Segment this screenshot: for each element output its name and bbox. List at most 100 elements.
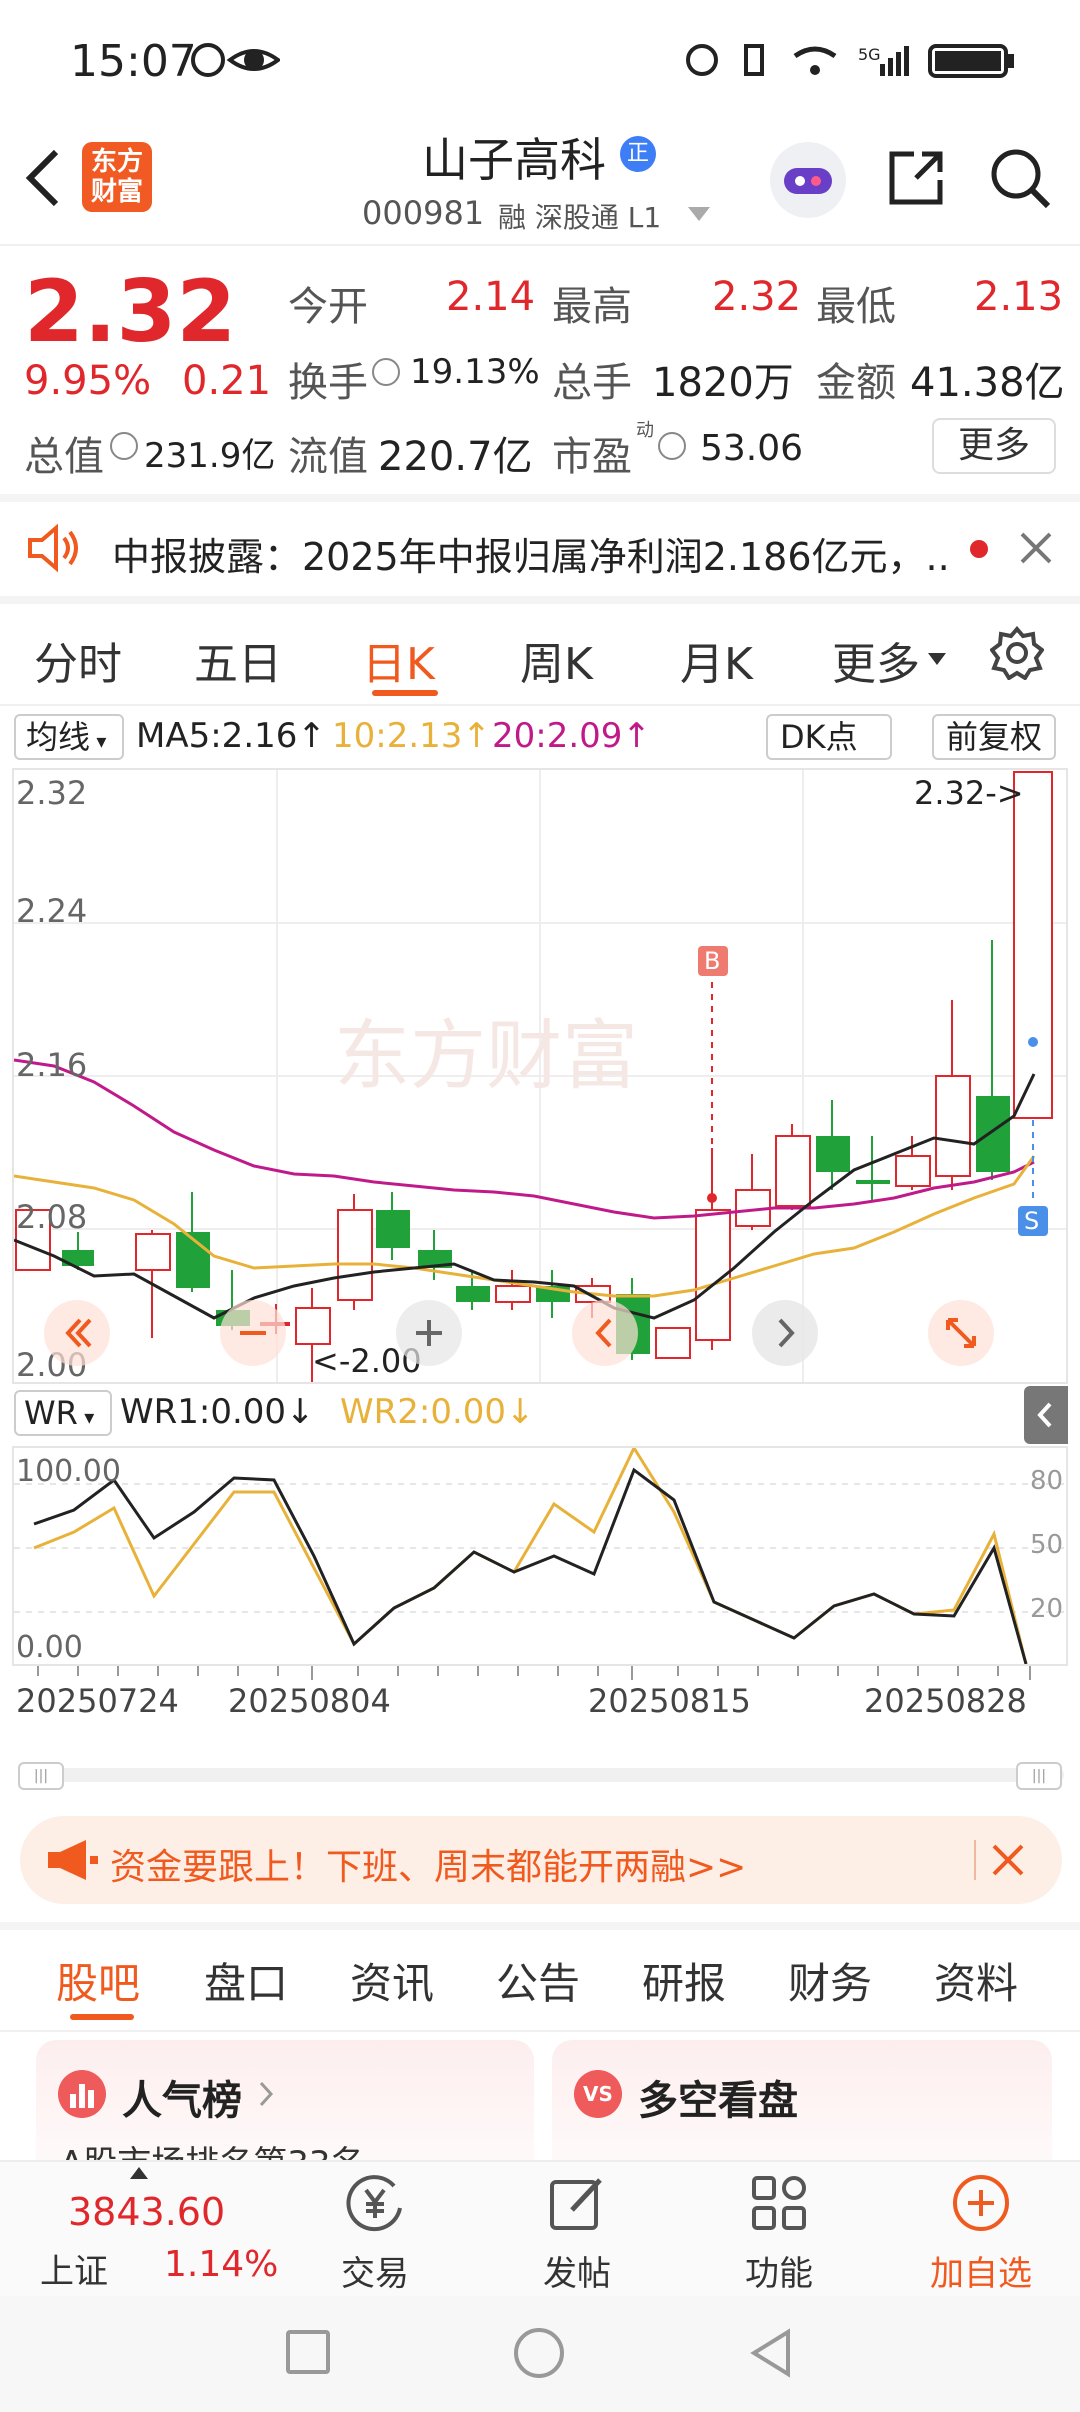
nav-post[interactable]: 发帖 — [497, 2246, 657, 2295]
svg-text:B: B — [704, 947, 720, 975]
tab-monthly-k[interactable]: 月K — [680, 628, 753, 692]
kline-chart[interactable]: 东方财富 B S — [12, 768, 1068, 1384]
notice-dot — [970, 540, 988, 558]
pe-value: 53.06 — [700, 428, 804, 469]
turnover-value: 19.13% — [410, 352, 540, 392]
tab-guba[interactable]: 股吧 — [56, 1950, 140, 2011]
index-change: 1.14% — [164, 2244, 279, 2285]
svg-text:5G: 5G — [858, 45, 881, 64]
tab-finance[interactable]: 财务 — [788, 1950, 872, 2011]
turnover-label: 换手 — [288, 360, 368, 406]
last-price: 2.32 — [24, 262, 237, 362]
scroll-right-button[interactable] — [752, 1300, 818, 1366]
zoom-out-button[interactable] — [220, 1300, 286, 1366]
stock-code: 000981 — [362, 194, 485, 232]
add-watchlist-icon[interactable] — [950, 2172, 1012, 2234]
fullscreen-button[interactable] — [928, 1300, 994, 1366]
ai-assistant-icon[interactable] — [770, 142, 846, 218]
amount-label: 金额 — [816, 360, 896, 406]
ma-select[interactable]: 均线 ▾ — [14, 714, 124, 760]
svg-text:S: S — [1024, 1207, 1039, 1235]
stock-badge: 正 — [620, 136, 656, 172]
home-icon[interactable] — [514, 2328, 564, 2378]
wr-chart[interactable] — [12, 1444, 1068, 1666]
settings-icon[interactable] — [989, 625, 1045, 681]
tab-more[interactable]: 更多 — [832, 628, 920, 692]
trade-icon[interactable] — [344, 2172, 406, 2234]
open-value: 2.14 — [446, 274, 536, 320]
mktcap-label: 总值 — [24, 434, 104, 480]
y-label-2: 2.24 — [16, 892, 88, 930]
info-icon[interactable] — [110, 432, 138, 460]
range-slider-track[interactable] — [18, 1768, 1064, 1782]
zoom-in-button[interactable] — [396, 1300, 462, 1366]
range-slider-right-handle[interactable]: ||| — [1016, 1762, 1062, 1790]
back-nav-icon[interactable] — [748, 2328, 792, 2378]
chart-watermark: 东方财富 — [334, 1011, 638, 1100]
wr-right-label-50: 50 — [1030, 1530, 1064, 1560]
wr2-value: WR2:0.00↓ — [340, 1392, 535, 1432]
dk-button[interactable]: DK点 — [766, 714, 892, 760]
promo-divider — [974, 1840, 976, 1880]
nav-add-watchlist[interactable]: 加自选 — [901, 2246, 1061, 2295]
status-icons-left — [190, 42, 282, 78]
dk-label: DK点 — [780, 718, 858, 756]
tab-research[interactable]: 研报 — [642, 1950, 726, 2011]
tab-weekly-k[interactable]: 周K — [520, 628, 593, 692]
share-icon[interactable] — [886, 148, 946, 208]
close-icon[interactable] — [1018, 530, 1054, 566]
low-label: 最低 — [816, 284, 896, 330]
open-label: 今开 — [288, 284, 368, 330]
back-icon[interactable] — [22, 148, 66, 208]
info-icon[interactable] — [372, 358, 400, 386]
scroll-left-button[interactable] — [572, 1300, 638, 1366]
pe-label: 市盈 — [552, 434, 632, 480]
ma20-value: 20:2.09↑ — [492, 716, 651, 756]
nav-functions[interactable]: 功能 — [699, 2246, 859, 2295]
y-label-1: 2.32 — [16, 774, 88, 812]
nav-trade[interactable]: 交易 — [295, 2246, 455, 2295]
tab-active-indicator — [372, 690, 438, 696]
recent-apps-icon[interactable] — [286, 2330, 330, 2374]
more-button[interactable]: 更多 — [932, 418, 1056, 474]
vs-icon: VS — [574, 2070, 622, 2118]
tab-announcements[interactable]: 公告 — [496, 1950, 580, 2011]
close-icon[interactable] — [990, 1842, 1026, 1878]
change-amt: 0.21 — [182, 358, 272, 404]
date-label-2: 20250804 — [228, 1682, 391, 1720]
functions-icon[interactable] — [748, 2172, 810, 2234]
post-icon[interactable] — [546, 2172, 608, 2234]
date-label-4: 20250828 — [864, 1682, 1027, 1720]
tab-news[interactable]: 资讯 — [350, 1950, 434, 2011]
tab-active-indicator — [70, 2014, 134, 2020]
tab-pankou[interactable]: 盘口 — [204, 1950, 288, 2011]
tab-5day[interactable]: 五日 — [194, 628, 282, 692]
promo-text[interactable]: 资金要跟上！下班、周末都能开两融>> — [110, 1838, 746, 1890]
search-icon[interactable] — [988, 146, 1052, 210]
stock-tags: 融 深股通 L1 — [498, 201, 662, 234]
megaphone-icon — [46, 1838, 98, 1882]
chevron-down-icon — [928, 650, 946, 665]
range-slider-left-handle[interactable]: ||| — [18, 1762, 64, 1790]
date-label-3: 20250815 — [588, 1682, 751, 1720]
index-value[interactable]: 3843.60 — [68, 2190, 225, 2234]
wr1-value: WR1:0.00↓ — [120, 1392, 315, 1432]
date-label-1: 20250724 — [16, 1682, 179, 1720]
index-up-arrow-icon — [130, 2164, 148, 2179]
status-time: 15:07 — [70, 36, 197, 87]
wr-select[interactable]: WR ▾ — [14, 1390, 112, 1436]
mktcap-value: 231.9亿 — [144, 436, 276, 476]
notice-text[interactable]: 中报披露：2025年中报归属净利润2.186亿元，... — [112, 526, 952, 581]
tab-minute[interactable]: 分时 — [34, 628, 122, 692]
tab-profile[interactable]: 资料 — [934, 1950, 1018, 2011]
amount-value: 41.38亿 — [910, 360, 1065, 406]
scroll-left-fast-button[interactable] — [44, 1300, 110, 1366]
adjust-button[interactable]: 前复权 — [932, 714, 1056, 760]
tab-daily-k[interactable]: 日K — [362, 628, 435, 692]
wr-select-label: WR — [24, 1394, 78, 1432]
info-icon[interactable] — [658, 432, 686, 460]
tags-dropdown-icon[interactable] — [688, 206, 710, 221]
collapse-panel-button[interactable] — [1024, 1386, 1068, 1444]
high-value: 2.32 — [712, 274, 802, 320]
stock-name: 山子高科 — [422, 133, 606, 187]
